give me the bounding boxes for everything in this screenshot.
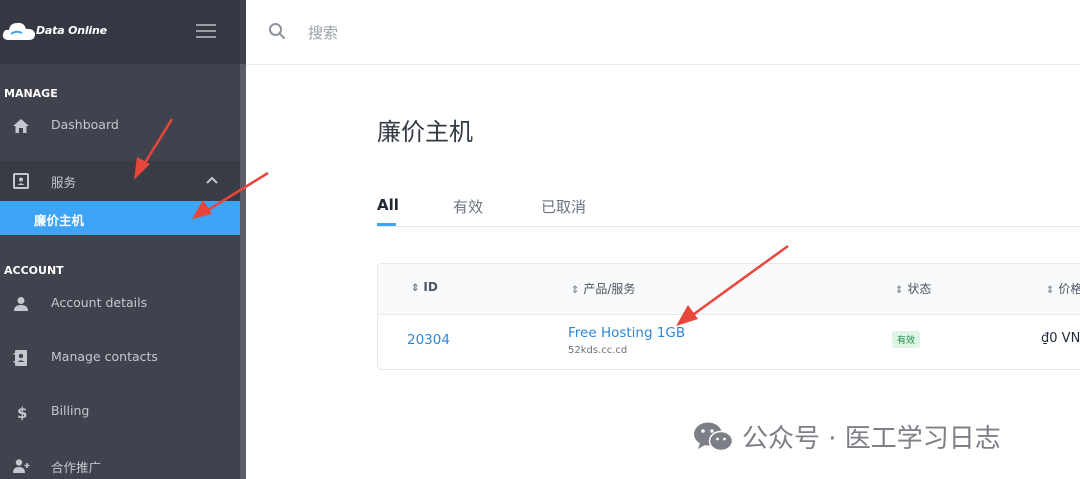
id-card-icon [13,173,29,189]
active-tab-indicator [377,223,396,226]
sidebar-item-account-details[interactable]: Account details [0,284,240,324]
topbar [246,0,1080,65]
wechat-logo-icon [694,422,734,452]
page-title: 廉价主机 [377,118,473,146]
sidebar-item-label: 合作推广 [51,460,102,475]
sidebar-item-label: Billing [51,403,90,418]
sidebar-item-label: Dashboard [51,117,119,132]
contacts-icon [13,350,27,366]
sort-icon: ⇕ [571,285,580,296]
sort-icon: ⇕ [1046,285,1055,296]
sidebar-item-billing[interactable]: $ Billing [0,392,240,432]
user-icon [14,297,28,311]
service-domain: 52kds.cc.cd [568,345,628,356]
column-header-price[interactable]: ⇕价格 [1046,280,1080,297]
search-input[interactable] [306,20,610,46]
table-header: ⇕ID ⇕产品/服务 ⇕状态 ⇕价格 [378,264,1080,315]
sidebar-item-label: Manage contacts [51,349,158,364]
tab-bar: All 有效 已取消 [377,192,1080,227]
sort-icon: ⇕ [895,285,904,296]
watermark-text: 公众号 · 医工学习日志 [742,424,1001,454]
home-icon [13,119,29,133]
sidebar: Data Online MANAGE Dashboard 服务 廉价主机 ACC… [0,0,246,479]
sidebar-item-affiliate[interactable]: 合作推广 [0,446,240,479]
section-title-manage: MANAGE [4,87,58,100]
brand-name: Data Online [36,24,107,37]
section-title-account: ACCOUNT [4,264,64,277]
service-id[interactable]: 20304 [407,332,450,348]
svg-text:$: $ [17,404,27,421]
tab-all[interactable]: All [377,196,399,214]
dollar-icon: $ [17,404,27,421]
sidebar-scrollbar[interactable] [240,64,246,479]
sidebar-subitem-label: 廉价主机 [34,213,85,228]
tab-active[interactable]: 有效 [453,196,483,217]
chevron-up-icon [206,176,218,184]
brand-bar: Data Online [0,0,240,64]
sidebar-item-dashboard[interactable]: Dashboard [0,106,240,146]
status-badge: 有效 [892,331,921,348]
column-header-product[interactable]: ⇕ 产品/服务 [571,280,635,297]
service-price: ₫0 VND [1041,331,1080,346]
cloud-logo-icon [2,22,35,40]
column-header-id[interactable]: ⇕ ID [411,280,438,294]
menu-toggle-icon[interactable] [196,24,216,40]
sidebar-item-services[interactable]: 服务 [0,161,240,201]
sidebar-item-label: 服务 [51,175,77,190]
product-name-link[interactable]: Free Hosting 1GB [568,325,685,341]
search-icon[interactable] [268,22,286,40]
services-table: ⇕ID ⇕产品/服务 ⇕状态 ⇕价格 20304 Free Hosting 1G… [377,263,1080,370]
sort-icon: ⇕ [411,283,420,294]
sidebar-subitem-cheap-hosting[interactable]: 廉价主机 [0,201,244,235]
sidebar-item-manage-contacts[interactable]: Manage contacts [0,338,240,378]
column-header-status[interactable]: ⇕ 状态 [895,280,931,297]
tab-cancelled[interactable]: 已取消 [541,196,586,217]
sidebar-item-label: Account details [51,295,148,310]
user-plus-icon [13,459,30,473]
